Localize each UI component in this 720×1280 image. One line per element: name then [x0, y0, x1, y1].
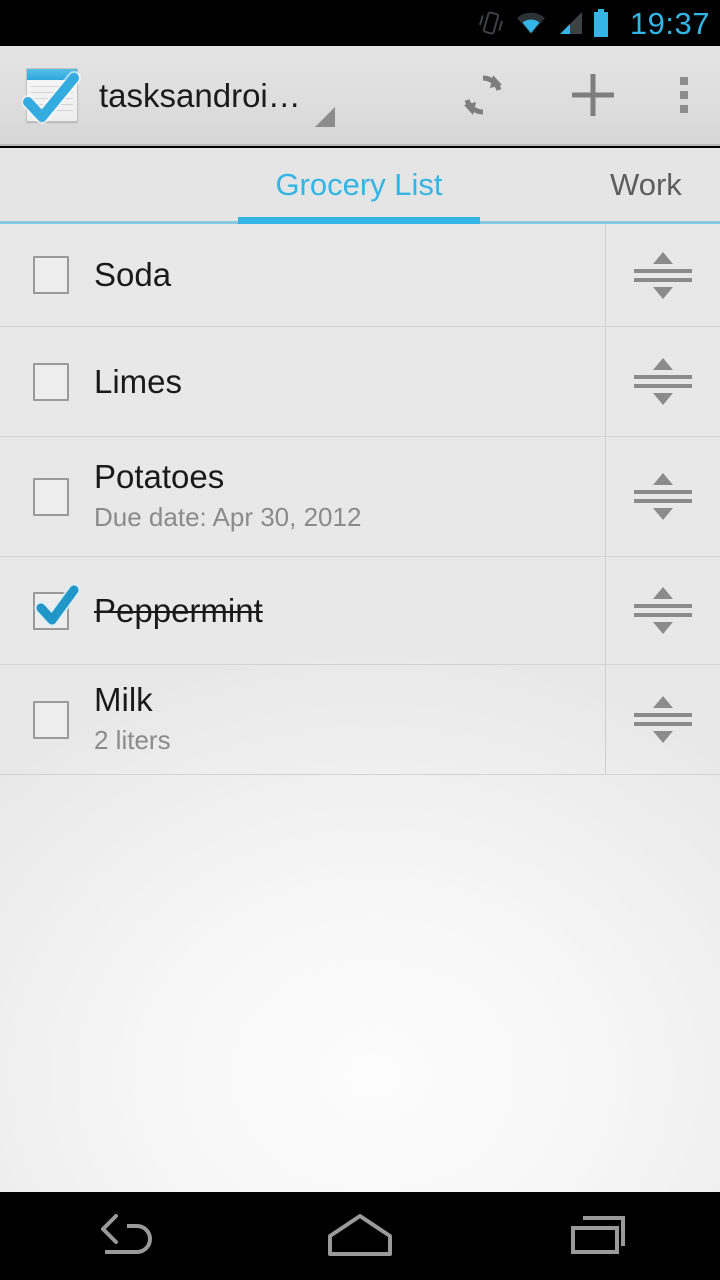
task-text-group: Peppermint	[94, 593, 263, 629]
task-checkbox[interactable]	[33, 256, 69, 294]
tab-bar-leading-space	[0, 148, 238, 221]
task-checkbox[interactable]	[33, 700, 69, 739]
tab-active-indicator	[238, 217, 480, 224]
cellular-signal-icon	[559, 12, 582, 34]
status-bar: 19:37	[0, 0, 720, 46]
drag-reorder-icon[interactable]	[605, 224, 720, 326]
tab-work[interactable]: Work	[480, 148, 682, 221]
task-text-group: Potatoes Due date: Apr 30, 2012	[94, 459, 361, 533]
battery-icon	[593, 9, 608, 37]
task-list: Soda Limes Potatoes Due date: Apr 30, 20…	[0, 224, 720, 1192]
refresh-button[interactable]	[428, 46, 538, 144]
table-row[interactable]: Peppermint	[0, 557, 720, 665]
wifi-icon	[516, 12, 545, 34]
drag-reorder-icon[interactable]	[605, 557, 720, 664]
action-bar-actions	[428, 46, 720, 144]
home-button[interactable]	[240, 1192, 480, 1280]
table-row[interactable]: Limes	[0, 327, 720, 437]
drag-reorder-icon[interactable]	[605, 327, 720, 436]
task-text-group: Soda	[94, 257, 171, 293]
task-title: Potatoes	[94, 458, 225, 496]
task-title: Soda	[94, 256, 172, 294]
tab-work-label: Work	[610, 166, 682, 202]
task-checkbox[interactable]	[33, 477, 69, 516]
status-bar-clock: 19:37	[629, 5, 710, 41]
home-icon	[328, 1214, 392, 1256]
action-bar: tasksandroi…	[0, 46, 720, 146]
recent-apps-icon	[571, 1216, 625, 1254]
table-row[interactable]: Milk 2 liters	[0, 665, 720, 775]
app-title: tasksandroi…	[99, 76, 301, 114]
back-button[interactable]	[0, 1192, 240, 1280]
back-arrow-icon	[101, 1214, 152, 1254]
task-title: Peppermint	[94, 591, 263, 629]
tab-grocery-list[interactable]: Grocery List	[238, 148, 480, 224]
overflow-menu-icon	[680, 74, 688, 116]
dropdown-triangle-icon[interactable]	[314, 107, 335, 127]
task-subtitle: 2 liters	[94, 725, 171, 756]
phone-screen: 19:37 tasksandroi… Grocery List Work Sod…	[0, 0, 720, 1280]
system-navigation-bar	[0, 1192, 720, 1280]
tasks-notepad-check-icon	[20, 64, 83, 127]
status-icon-group: 19:37	[476, 8, 710, 39]
task-checkbox[interactable]	[33, 362, 69, 401]
tab-bar: Grocery List Work	[0, 148, 720, 224]
task-subtitle: Due date: Apr 30, 2012	[94, 502, 362, 533]
task-title: Milk	[94, 681, 153, 719]
task-checkbox-checked[interactable]	[33, 583, 81, 630]
drag-reorder-icon[interactable]	[605, 665, 720, 774]
tab-grocery-list-label: Grocery List	[275, 166, 443, 202]
task-text-group: Milk 2 liters	[94, 682, 171, 756]
add-task-button[interactable]	[538, 46, 648, 144]
add-icon	[572, 74, 614, 116]
task-text-group: Limes	[94, 364, 182, 400]
app-home-button[interactable]: tasksandroi…	[0, 46, 335, 144]
drag-reorder-icon[interactable]	[605, 437, 720, 556]
vibrate-icon	[478, 11, 503, 35]
table-row[interactable]: Potatoes Due date: Apr 30, 2012	[0, 437, 720, 557]
refresh-icon	[464, 75, 502, 115]
table-row[interactable]: Soda	[0, 224, 720, 327]
recents-button[interactable]	[480, 1192, 720, 1280]
task-title: Limes	[94, 362, 183, 400]
checkmark-icon	[34, 583, 81, 626]
overflow-menu-button[interactable]	[648, 46, 720, 144]
